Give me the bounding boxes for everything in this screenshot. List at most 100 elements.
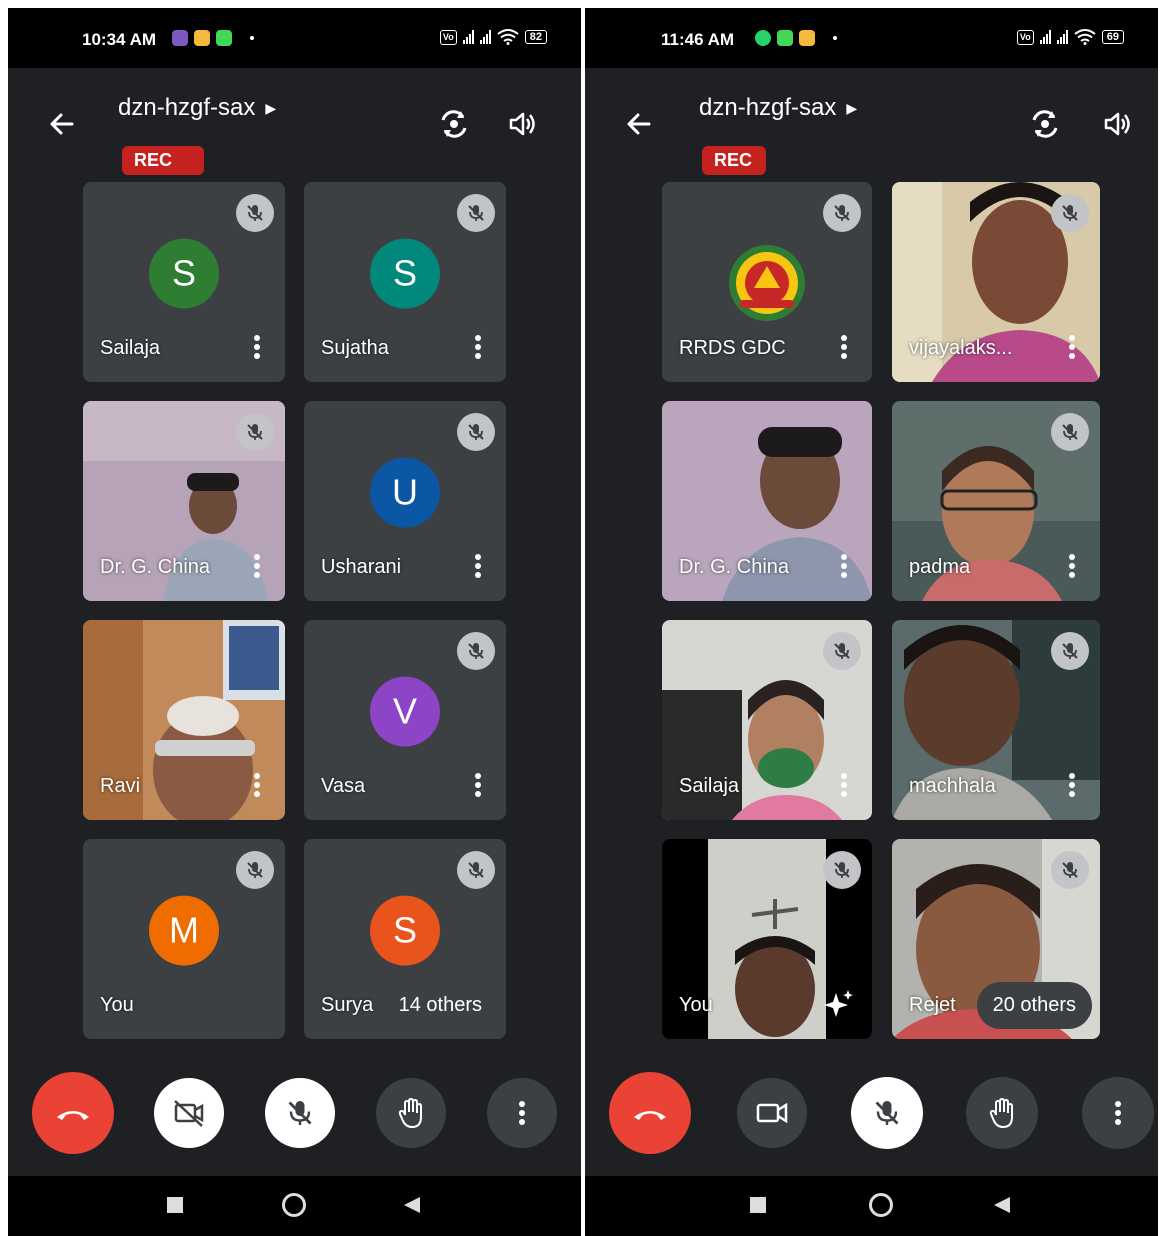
back-nav-icon[interactable] bbox=[993, 1196, 1011, 1214]
mail-icon bbox=[799, 30, 815, 46]
meeting-code: dzn-hzgf-sax bbox=[118, 94, 256, 121]
signal-icon bbox=[479, 30, 491, 44]
more-options-icon[interactable] bbox=[474, 553, 482, 579]
participant-tile[interactable]: vijayalaks... bbox=[892, 182, 1100, 382]
participant-tile[interactable]: S Surya 14 others bbox=[304, 839, 506, 1039]
camera-icon bbox=[756, 1102, 788, 1124]
more-vert-icon bbox=[519, 1101, 525, 1125]
more-options-icon[interactable] bbox=[840, 772, 848, 798]
participant-tile-self[interactable]: M You bbox=[83, 839, 285, 1039]
status-bar: 10:34 AM Vo 82 bbox=[8, 8, 581, 68]
muted-mic-icon bbox=[236, 194, 274, 232]
more-vert-icon bbox=[1115, 1101, 1121, 1125]
participant-name: Sujatha bbox=[321, 337, 389, 359]
raise-hand-button[interactable] bbox=[966, 1077, 1038, 1149]
participant-tile[interactable]: S Sailaja bbox=[83, 182, 285, 382]
meeting-info-button[interactable]: dzn-hzgf-sax ▶ bbox=[118, 94, 276, 122]
participant-tile[interactable]: machhala bbox=[892, 620, 1100, 820]
participant-name: You bbox=[679, 994, 713, 1016]
status-time: 11:46 AM bbox=[661, 30, 735, 49]
muted-mic-icon bbox=[1051, 194, 1089, 232]
microphone-toggle-button[interactable] bbox=[265, 1078, 335, 1148]
hang-up-icon bbox=[634, 1111, 666, 1120]
more-options-icon[interactable] bbox=[840, 553, 848, 579]
participant-tile[interactable]: Sailaja bbox=[662, 620, 872, 820]
others-count-button[interactable]: 14 others bbox=[382, 982, 498, 1029]
participant-name: RRDS GDC bbox=[679, 337, 786, 359]
participant-tile[interactable]: RRDS GDC bbox=[662, 182, 872, 382]
more-options-icon[interactable] bbox=[474, 772, 482, 798]
participant-tile[interactable]: Dr. G. China bbox=[662, 401, 872, 601]
meeting-info-button[interactable]: dzn-hzgf-sax ▶ bbox=[699, 94, 857, 122]
system-icons: Vo 69 bbox=[1016, 29, 1124, 45]
mail-icon bbox=[194, 30, 210, 46]
participant-tile[interactable]: U Usharani bbox=[304, 401, 506, 601]
signal-icon bbox=[462, 30, 474, 44]
switch-camera-icon[interactable] bbox=[436, 106, 472, 142]
camera-toggle-button[interactable] bbox=[154, 1078, 224, 1148]
back-arrow-icon[interactable] bbox=[623, 108, 655, 140]
muted-mic-icon bbox=[457, 851, 495, 889]
end-call-button[interactable] bbox=[609, 1072, 691, 1154]
more-options-button[interactable] bbox=[1082, 1077, 1154, 1149]
others-count-button[interactable]: 20 others bbox=[976, 982, 1092, 1029]
phone-screen-left: 10:34 AM Vo 82 dzn-hzgf-sax ▶ REC S Sail… bbox=[8, 8, 581, 1236]
message-icon bbox=[172, 30, 188, 46]
microphone-toggle-button[interactable] bbox=[851, 1077, 923, 1149]
phone-screen-right: 11:46 AM Vo 69 dzn-hzgf-sax ▶ REC RRDS G… bbox=[585, 8, 1158, 1236]
participant-tile[interactable]: Ravi bbox=[83, 620, 285, 820]
more-options-icon[interactable] bbox=[474, 334, 482, 360]
recents-icon[interactable] bbox=[749, 1196, 767, 1214]
more-options-icon[interactable] bbox=[1068, 772, 1076, 798]
whatsapp-icon bbox=[755, 30, 771, 46]
participant-name: You bbox=[100, 994, 134, 1016]
participant-tile[interactable]: V Vasa bbox=[304, 620, 506, 820]
avatar: S bbox=[149, 238, 219, 309]
recording-badge: REC bbox=[702, 146, 766, 175]
muted-mic-icon bbox=[457, 413, 495, 451]
participant-name: Usharani bbox=[321, 556, 402, 578]
participant-tile[interactable]: padma bbox=[892, 401, 1100, 601]
volte-icon: Vo bbox=[1016, 29, 1034, 45]
college-logo bbox=[729, 245, 805, 321]
end-call-button[interactable] bbox=[32, 1072, 114, 1154]
mic-off-icon bbox=[875, 1101, 899, 1125]
participant-tile[interactable]: Rejet 20 others bbox=[892, 839, 1100, 1039]
participant-name: machhala bbox=[909, 775, 996, 797]
visual-effects-icon[interactable] bbox=[824, 989, 854, 1019]
more-options-icon[interactable] bbox=[253, 772, 261, 798]
back-nav-icon[interactable] bbox=[403, 1196, 421, 1214]
more-options-icon[interactable] bbox=[253, 553, 261, 579]
muted-mic-icon bbox=[1051, 632, 1089, 670]
volte-icon: Vo bbox=[439, 29, 457, 45]
battery-icon: 82 bbox=[524, 30, 547, 44]
muted-mic-icon bbox=[1051, 851, 1089, 889]
signal-icon bbox=[1039, 30, 1051, 44]
more-options-icon[interactable] bbox=[1068, 334, 1076, 360]
home-icon[interactable] bbox=[281, 1192, 307, 1218]
participant-tile[interactable]: Dr. G. China bbox=[83, 401, 285, 601]
hand-icon bbox=[989, 1098, 1013, 1128]
recents-icon[interactable] bbox=[166, 1196, 184, 1214]
more-options-button[interactable] bbox=[487, 1078, 557, 1148]
participant-tile-self[interactable]: You bbox=[662, 839, 872, 1039]
signal-icon bbox=[1056, 30, 1068, 44]
status-time: 10:34 AM bbox=[82, 30, 157, 49]
more-options-icon[interactable] bbox=[1068, 553, 1076, 579]
speaker-icon[interactable] bbox=[1100, 106, 1136, 142]
switch-camera-icon[interactable] bbox=[1027, 106, 1063, 142]
participant-tile[interactable]: S Sujatha bbox=[304, 182, 506, 382]
raise-hand-button[interactable] bbox=[376, 1078, 446, 1148]
hang-up-icon bbox=[57, 1111, 89, 1120]
chevron-right-icon: ▶ bbox=[846, 99, 858, 116]
speaker-icon[interactable] bbox=[505, 106, 541, 142]
home-icon[interactable] bbox=[868, 1192, 894, 1218]
wifi-icon bbox=[1074, 29, 1096, 45]
more-options-icon[interactable] bbox=[253, 334, 261, 360]
muted-mic-icon bbox=[823, 194, 861, 232]
notification-icons bbox=[755, 30, 837, 46]
camera-toggle-button[interactable] bbox=[737, 1078, 807, 1148]
camera-off-icon bbox=[174, 1100, 204, 1127]
back-arrow-icon[interactable] bbox=[46, 108, 78, 140]
more-options-icon[interactable] bbox=[840, 334, 848, 360]
